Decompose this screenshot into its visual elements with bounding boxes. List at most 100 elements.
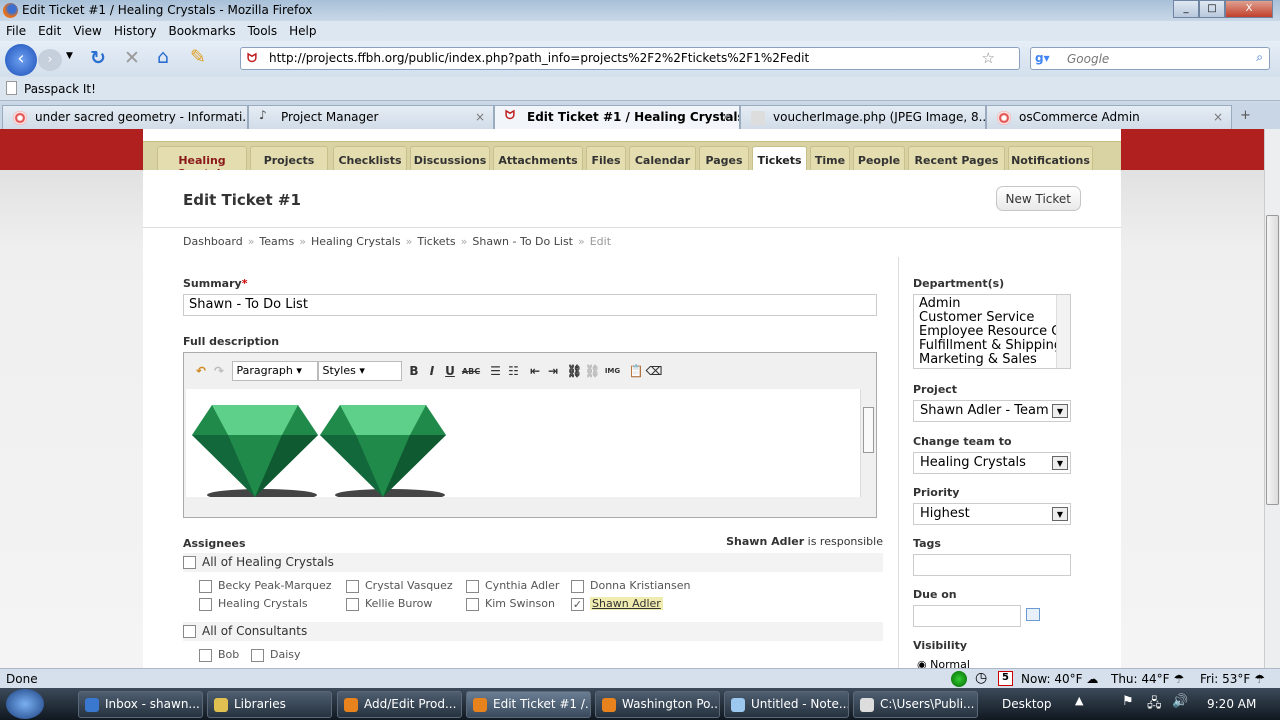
minimize-button[interactable]: _ xyxy=(1173,0,1199,18)
checkbox[interactable] xyxy=(183,625,196,638)
assignee-option[interactable]: Becky Peak-Marquez xyxy=(199,579,332,593)
calendar-icon[interactable]: 5 xyxy=(998,671,1013,686)
checkbox[interactable] xyxy=(183,556,196,569)
clock-time[interactable]: 9:20 AM xyxy=(1207,697,1256,711)
weather-fri[interactable]: Fri: 53°F ☂ xyxy=(1200,672,1265,686)
underline-button[interactable]: U xyxy=(441,364,459,378)
scrollbar-thumb[interactable] xyxy=(1266,215,1279,505)
taskbar-item[interactable]: Libraries xyxy=(207,691,332,718)
menu-help[interactable]: Help xyxy=(283,21,322,38)
unlink-icon[interactable]: ⛓ xyxy=(584,364,602,378)
page-scrollbar[interactable] xyxy=(1264,129,1280,668)
tab-discussions[interactable]: Discussions xyxy=(410,146,490,172)
breadcrumb-teams[interactable]: Teams xyxy=(259,235,294,248)
menu-bookmarks[interactable]: Bookmarks xyxy=(163,21,242,38)
browser-tab[interactable]: ♪ Project Manager × xyxy=(248,105,494,129)
tab-notifications[interactable]: Notifications xyxy=(1008,146,1093,172)
visibility-normal-radio[interactable]: ◉ Normal xyxy=(917,658,970,668)
editor-scrollbar[interactable] xyxy=(860,389,876,497)
pencil-icon[interactable]: ✎ xyxy=(190,46,206,68)
italic-button[interactable]: I xyxy=(423,364,441,378)
editor-content[interactable] xyxy=(186,389,860,497)
department-option[interactable]: Customer Service xyxy=(919,311,1065,325)
listbox-scrollbar[interactable] xyxy=(1056,295,1070,368)
bookmark-star-icon[interactable]: ☆ xyxy=(982,49,995,67)
department-option[interactable]: Marketing & Sales xyxy=(919,353,1065,367)
due-date-input[interactable] xyxy=(913,605,1021,627)
tab-time[interactable]: Time xyxy=(810,146,850,172)
taskbar-item[interactable]: Inbox - shawn... xyxy=(78,691,203,718)
checkbox[interactable] xyxy=(199,597,212,611)
priority-select[interactable]: Highest ▼ xyxy=(913,503,1071,525)
assignee-option-selected[interactable]: ✓ Shawn Adler xyxy=(571,597,663,611)
checkbox[interactable] xyxy=(466,597,479,611)
assignee-option[interactable]: Crystal Vasquez xyxy=(346,579,453,593)
back-button[interactable]: ‹ xyxy=(5,44,37,76)
tab-attachments[interactable]: Attachments xyxy=(493,146,583,172)
tab-files[interactable]: Files xyxy=(586,146,626,172)
weather-thu[interactable]: Thu: 44°F ☂ xyxy=(1111,672,1184,686)
search-input[interactable]: g▾ Google ⌕ xyxy=(1030,47,1270,70)
assignee-group[interactable]: All of Healing Crystals xyxy=(183,553,883,572)
calendar-icon[interactable] xyxy=(1026,608,1040,621)
breadcrumb-dashboard[interactable]: Dashboard xyxy=(183,235,243,248)
department-option[interactable]: Employee Resource C xyxy=(919,325,1065,339)
bullet-list-icon[interactable]: ☰ xyxy=(487,364,505,378)
assignee-option[interactable]: Daisy xyxy=(251,648,301,662)
assignee-group[interactable]: All of Consultants xyxy=(183,622,883,641)
bold-button[interactable]: B xyxy=(405,364,423,378)
tray-expand-icon[interactable]: ▲ xyxy=(1075,694,1083,707)
checkbox[interactable] xyxy=(466,579,479,593)
bookmark-passpack[interactable]: Passpack It! xyxy=(24,82,96,96)
crystal-image[interactable] xyxy=(192,405,318,497)
breadcrumb-ticket[interactable]: Shawn - To Do List xyxy=(472,235,573,248)
tab-projects[interactable]: Projects xyxy=(250,146,328,172)
team-select[interactable]: Healing Crystals ▼ xyxy=(913,452,1071,474)
tab-tickets[interactable]: Tickets xyxy=(752,146,807,172)
taskbar-item[interactable]: Untitled - Note... xyxy=(724,691,849,718)
strikethrough-button[interactable]: ABC xyxy=(459,367,483,376)
checkbox[interactable] xyxy=(571,579,584,593)
menu-tools[interactable]: Tools xyxy=(242,21,284,38)
new-ticket-button[interactable]: New Ticket xyxy=(995,186,1081,211)
reload-icon[interactable]: ↻ xyxy=(90,47,106,69)
outdent-icon[interactable]: ⇤ xyxy=(526,364,544,378)
maximize-button[interactable]: □ xyxy=(1199,0,1225,18)
project-select[interactable]: Shawn Adler - Team L ▼ xyxy=(913,400,1071,422)
close-tab-icon[interactable]: × xyxy=(475,110,485,124)
browser-tab[interactable]: under sacred geometry - Informati... xyxy=(2,105,248,129)
clock-icon[interactable]: ◷ xyxy=(975,670,987,686)
image-button[interactable]: IMG xyxy=(602,367,624,375)
checkbox[interactable] xyxy=(346,579,359,593)
forward-button[interactable]: › xyxy=(38,49,62,71)
tab-people[interactable]: People xyxy=(853,146,905,172)
taskbar-item[interactable]: Add/Edit Prod... xyxy=(337,691,462,718)
tab-recent-pages[interactable]: Recent Pages xyxy=(908,146,1005,172)
browser-tab-active[interactable]: ᗢ Edit Ticket #1 / Healing Crystals × xyxy=(494,105,740,129)
start-button[interactable] xyxy=(6,689,44,719)
new-tab-icon[interactable]: + xyxy=(1240,108,1251,123)
eraser-icon[interactable]: ⌫ xyxy=(645,364,663,378)
flag-icon[interactable]: ⚑ xyxy=(1122,694,1134,709)
tab-checklists[interactable]: Checklists xyxy=(333,146,407,172)
link-icon[interactable]: ⛓ xyxy=(566,364,584,378)
assignee-option[interactable]: Kim Swinson xyxy=(466,597,555,611)
assignee-option[interactable]: Bob xyxy=(199,648,239,662)
assignee-option[interactable]: Cynthia Adler xyxy=(466,579,559,593)
menu-view[interactable]: View xyxy=(67,21,107,38)
tab-pages[interactable]: Pages xyxy=(699,146,749,172)
desktop-toolbar[interactable]: Desktop xyxy=(1002,697,1052,711)
taskbar-item-active[interactable]: Edit Ticket #1 /... xyxy=(466,691,591,718)
network-icon[interactable]: 🖧 xyxy=(1147,694,1162,716)
checkbox-checked[interactable]: ✓ xyxy=(571,597,584,611)
search-icon[interactable]: ⌕ xyxy=(1256,50,1263,65)
url-bar[interactable]: ᗢ http://projects.ffbh.org/public/index.p… xyxy=(240,47,1020,70)
indent-icon[interactable]: ⇥ xyxy=(544,364,562,378)
taskbar-item[interactable]: Washington Po... xyxy=(595,691,720,718)
departments-listbox[interactable]: Admin Customer Service Employee Resource C… xyxy=(913,294,1071,369)
assignee-option[interactable]: Healing Crystals xyxy=(199,597,308,611)
tags-input[interactable] xyxy=(913,554,1071,576)
status-indicator-icon[interactable] xyxy=(951,671,967,687)
department-option[interactable]: Admin xyxy=(919,297,1065,311)
assignee-option[interactable]: Kellie Burow xyxy=(346,597,432,611)
